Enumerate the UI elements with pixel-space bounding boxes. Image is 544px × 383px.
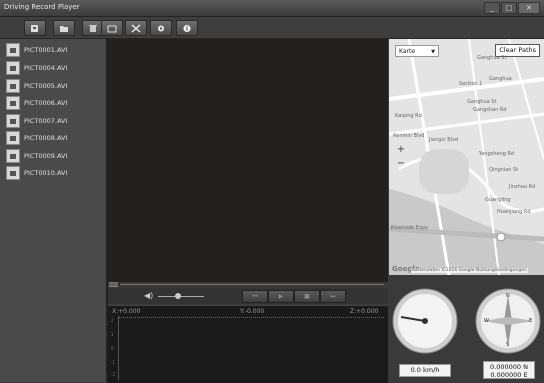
street-label: Renmin Blvd [393,133,425,139]
street-label: Section 1 [459,81,483,87]
list-item[interactable]: PICT0009.AVI [6,149,67,163]
list-item[interactable]: PICT0001.AVI [6,43,67,57]
list-item[interactable]: PICT0008.AVI [6,131,67,145]
window-controls: _ □ ✕ [484,2,540,14]
video-file-icon [6,61,20,75]
street-label: Ganghua [489,76,512,82]
z-axis-value: Z:+0.000 [350,308,379,315]
y-tick-label: 0 [111,346,114,351]
title-bar: Driving Record Player _ □ ✕ [0,0,544,17]
map-type-value: Karte [399,48,416,55]
play-button[interactable]: ▶ [268,290,294,303]
compass-west-label: W [484,318,489,324]
close-button[interactable]: ✕ [518,2,540,14]
info-button[interactable] [176,20,198,36]
video-file-icon [6,149,20,163]
open-file-button[interactable] [24,20,46,36]
playback-controls: ◀) ⏮ ▶ ■ ⏭ [108,288,388,304]
snapshot-button[interactable] [101,20,123,36]
video-file-icon [6,114,20,128]
file-list: PICT0001.AVI PICT0004.AVI PICT0005.AVI P… [0,39,108,382]
graph-baseline [118,317,384,319]
map-attribution[interactable]: Kartendaten ©2016 Google Nutzungsbedingu… [411,268,528,273]
minimize-button[interactable]: _ [484,2,500,14]
gps-readout: 0.000000 N 0.000000 E [483,361,535,379]
compass-north-label: N [506,293,510,299]
street-label: Jiangxi Blvd [429,137,459,143]
file-name: PICT0004.AVI [24,64,68,72]
seek-track[interactable] [120,284,384,285]
street-label: Qingnian St [489,167,519,173]
street-label: Yangsheng Rd [479,151,515,157]
list-item[interactable]: PICT0007.AVI [6,114,67,128]
file-name: PICT0009.AVI [24,152,68,160]
gauge-panel: N S W E 0.0 km/h 0.000000 N 0.000000 E [389,275,544,382]
x-axis-value: X:+0.000 [112,308,141,315]
map-canvas [389,39,544,275]
zoom-in-button[interactable]: + [395,144,407,156]
tools-button[interactable] [125,20,147,36]
street-label: Guangling [485,197,511,203]
g-sensor-graph: X:+0.000 Y:-0.000 Z:+0.000 2 1 0 -1 -2 [108,305,388,383]
volume-icon[interactable]: ◀) [144,291,153,300]
volume-slider[interactable] [158,296,204,297]
chevron-down-icon: ▼ [431,49,435,55]
file-name: PICT0010.AVI [24,169,68,177]
camera-icon [107,25,117,32]
y-tick-label: 1 [111,332,114,337]
window-title: Driving Record Player [4,3,80,11]
list-item[interactable]: PICT0006.AVI [6,96,67,110]
longitude-value: 0.000000 E [490,371,528,379]
trash-icon [89,24,97,32]
street-label: Ganghua St [467,99,497,105]
folder-icon [60,25,68,32]
open-folder-button[interactable] [53,20,75,36]
graph-axis [118,316,385,380]
speedometer-icon [392,288,458,354]
speed-readout: 0.0 km/h [399,364,451,377]
latitude-value: 0.000000 N [490,363,528,371]
file-name: PICT0007.AVI [24,117,68,125]
file-name: PICT0005.AVI [24,82,68,90]
street-label: Jinzhou Rd [509,184,536,190]
zoom-out-button[interactable]: − [395,158,407,170]
settings-button[interactable] [150,20,172,36]
street-label: Huanjiang Rd [497,209,531,215]
seek-position-tag: 0000 [109,282,120,287]
maximize-button[interactable]: □ [501,2,517,14]
video-player[interactable] [108,39,388,282]
list-item[interactable]: PICT0010.AVI [6,166,67,180]
info-icon [183,24,191,32]
street-label: Kaiping Rd [395,113,422,119]
list-item[interactable]: PICT0004.AVI [6,61,67,75]
file-name: PICT0001.AVI [24,46,68,54]
street-label: Ganghua St [477,55,507,61]
y-tick-label: -1 [111,360,115,365]
compass-east-label: E [529,318,533,324]
map-type-select[interactable]: Karte ▼ [395,45,439,57]
video-file-icon [6,43,20,57]
list-item[interactable]: PICT0005.AVI [6,79,67,93]
file-name: PICT0008.AVI [24,134,68,142]
y-tick-label: 2 [111,318,114,323]
map-view[interactable]: Karte ▼ Clear Paths + − Ganghua St Gangh… [389,39,544,275]
file-name: PICT0006.AVI [24,99,68,107]
video-file-icon [6,79,20,93]
video-file-icon [6,166,20,180]
toolbar [0,17,544,39]
volume-slider-handle[interactable] [175,293,181,299]
video-file-icon [6,131,20,145]
y-axis-value: Y:-0.000 [240,308,265,315]
stop-button[interactable]: ■ [294,290,320,303]
compass-south-label: S [506,342,510,348]
previous-button[interactable]: ⏮ [242,290,268,303]
gear-icon [158,25,164,31]
next-button[interactable]: ⏭ [320,290,346,303]
open-file-icon [31,24,38,32]
street-label: Gangshan Rd [473,107,507,113]
street-label: Riverside Expy [391,225,429,231]
video-file-icon [6,96,20,110]
tools-icon [131,23,141,33]
y-tick-label: -2 [111,372,115,377]
